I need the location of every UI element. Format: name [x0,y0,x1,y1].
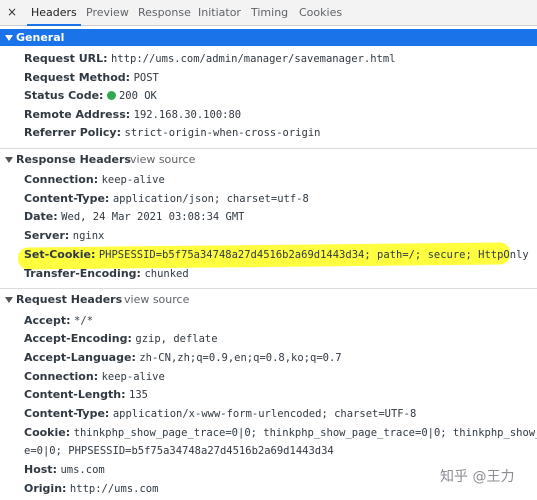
header-key: Host: [24,463,57,476]
request-row-accept: Accept: */* [24,313,93,329]
response-row-content-type: Content-Type: application/json; charset=… [24,191,309,207]
header-key: Accept: [24,314,71,327]
general-row-referrer-policy: Referrer Policy: strict-origin-when-cros… [24,125,320,141]
header-key: Request URL: [24,52,108,65]
header-value: zh-CN,zh;q=0.9,en;q=0.8,ko;q=0.7 [139,352,342,364]
header-key: Server: [24,229,70,242]
header-key: Referrer Policy: [24,126,121,139]
header-key: Content-Type: [24,407,110,420]
header-value: keep-alive [101,174,165,186]
header-key: Cookie: [24,426,71,439]
header-key: Set-Cookie: [24,248,96,261]
general-row-request-method: Request Method: POST [24,70,159,86]
header-key: Accept-Language: [24,351,136,364]
header-value: application/json; charset=utf-8 [112,193,309,205]
header-value: thinkphp_show_page_trace=0|0; thinkphp_s… [73,427,537,439]
request-row-host: Host: ums.com [24,462,105,478]
request-headers-title: Request Headers [16,293,123,306]
tab-timing[interactable]: Timing [251,0,288,25]
response-row-transfer-encoding: Transfer-Encoding: chunked [24,266,189,282]
expand-triangle-icon[interactable] [5,157,13,163]
response-headers-title: Response Headers [16,153,131,166]
header-value: http://ums.com/admin/manager/savemanager… [111,53,396,65]
devtools-tab-bar: × Headers Preview Response Initiator Tim… [0,0,537,26]
request-row-content-type: Content-Type: application/x-www-form-url… [24,406,416,422]
response-row-date: Date: Wed, 24 Mar 2021 03:08:34 GMT [24,209,245,225]
header-key: Connection: [24,370,99,383]
request-row-cookie: Cookie: thinkphp_show_page_trace=0|0; th… [24,425,537,441]
header-value: keep-alive [101,371,165,383]
request-row-connection: Connection: keep-alive [24,369,165,385]
header-value: 135 [129,389,148,401]
header-key: Date: [24,210,58,223]
response-row-server: Server: nginx [24,228,104,244]
header-value: e=0|0; PHPSESSID=b5f75a34748a27d4516b2a6… [24,445,334,457]
general-title: General [16,31,65,44]
response-row-connection: Connection: keep-alive [24,172,165,188]
request-row-accept-language: Accept-Language: zh-CN,zh;q=0.9,en;q=0.8… [24,350,342,366]
header-value: */* [74,315,94,327]
header-value: chunked [144,268,189,280]
request-row-origin: Origin: http://ums.com [24,481,158,497]
header-value: ums.com [60,464,105,476]
header-value: Wed, 24 Mar 2021 03:08:34 GMT [61,211,245,223]
close-icon[interactable]: × [7,5,17,19]
expand-triangle-icon[interactable] [5,297,13,303]
header-key: Origin: [24,482,67,495]
header-value: 192.168.30.100:80 [133,109,242,121]
tab-response[interactable]: Response [138,0,191,25]
header-key: Status Code: [24,89,104,102]
header-key: Content-Type: [24,192,110,205]
response-headers-section-header[interactable]: Response Headers view source [0,148,537,171]
header-key: Transfer-Encoding: [24,267,141,280]
general-section-header[interactable]: General [0,29,537,46]
request-row-cookie-continued: e=0|0; PHPSESSID=b5f75a34748a27d4516b2a6… [24,443,334,459]
tab-headers[interactable]: Headers [27,0,81,26]
header-value: strict-origin-when-cross-origin [124,127,321,139]
header-key: Connection: [24,173,99,186]
header-key: Accept-Encoding: [24,332,132,345]
header-key: Content-Length: [24,388,126,401]
header-key: Request Method: [24,71,131,84]
request-row-content-length: Content-Length: 135 [24,387,148,403]
tab-preview[interactable]: Preview [86,0,129,25]
header-key: Remote Address: [24,108,131,121]
view-source-link[interactable]: view source [130,153,195,166]
tab-initiator[interactable]: Initiator [198,0,241,25]
request-row-accept-encoding: Accept-Encoding: gzip, deflate [24,331,218,347]
header-value: http://ums.com [69,483,159,495]
header-value: 200 OK [118,90,157,102]
general-row-remote-address: Remote Address: 192.168.30.100:80 [24,107,241,123]
view-source-link[interactable]: view source [124,293,189,306]
general-row-request-url: Request URL: http://ums.com/admin/manage… [24,51,396,67]
expand-triangle-icon[interactable] [5,35,13,41]
tab-cookies[interactable]: Cookies [299,0,342,25]
header-value: application/x-www-form-urlencoded; chars… [112,408,417,420]
header-value: POST [133,72,159,84]
header-value: PHPSESSID=b5f75a34748a27d4516b2a69d1443d… [98,249,529,261]
header-value: nginx [72,230,105,242]
response-row-set-cookie: Set-Cookie: PHPSESSID=b5f75a34748a27d451… [24,247,537,263]
header-value: gzip, deflate [135,333,218,345]
general-row-status-code: Status Code: 200 OK [24,88,157,104]
watermark-text: 知乎 @王力 [440,469,515,485]
request-headers-section-header[interactable]: Request Headers view source [0,288,537,311]
status-ok-dot-icon [106,91,116,100]
